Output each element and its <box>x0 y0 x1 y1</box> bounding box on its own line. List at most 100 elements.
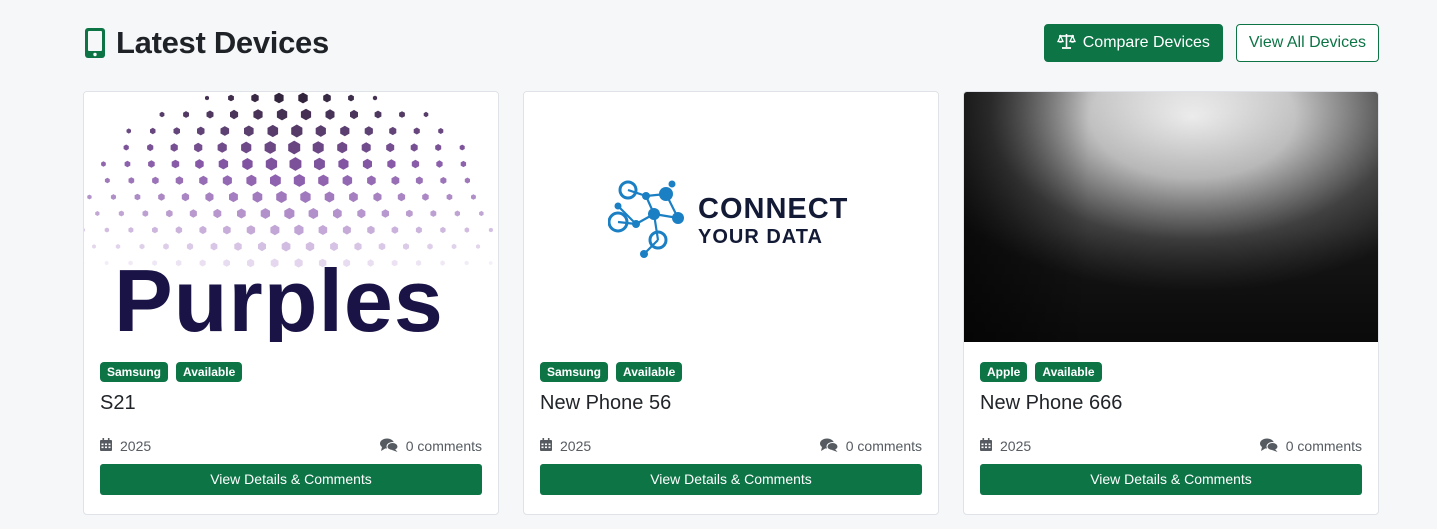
hexagon-dot <box>350 109 358 120</box>
hexagon-dot <box>181 192 190 202</box>
hexagon-dot <box>354 242 362 251</box>
calendar-icon <box>540 438 552 454</box>
mobile-phone-icon <box>84 27 106 59</box>
hexagon-dot <box>166 209 173 218</box>
hexagon-dot <box>228 94 234 102</box>
hexagon-dot <box>349 191 358 203</box>
hexagon-dot <box>206 110 214 119</box>
calendar-icon <box>980 438 992 454</box>
hexagon-dot <box>229 191 238 203</box>
hexagon-dot <box>220 126 230 136</box>
hexagon-dot <box>342 225 351 235</box>
page-title: Latest Devices <box>116 25 329 60</box>
hexagon-dot <box>244 125 254 137</box>
hexagon-dot <box>410 143 418 152</box>
hexagon-dot <box>115 244 121 249</box>
hexagon-dot <box>318 225 328 235</box>
device-image[interactable]: Purples <box>84 92 498 342</box>
logo-text-line2: YOUR DATA <box>698 225 823 248</box>
device-image[interactable] <box>964 92 1378 342</box>
hexagon-dot <box>152 176 159 185</box>
hexagon-dot <box>440 226 446 234</box>
view-all-devices-button[interactable]: View All Devices <box>1235 24 1379 62</box>
hexagon-dot <box>298 92 308 104</box>
brand-badge: Samsung <box>540 362 609 382</box>
hexagon-dot <box>389 126 397 136</box>
hexagon-dot <box>314 157 325 171</box>
hexagon-dot <box>246 174 257 187</box>
hexagon-dot <box>175 176 184 185</box>
hexagon-dot <box>104 260 109 266</box>
hexagon-dot <box>276 191 287 203</box>
hexagon-dot <box>284 207 295 220</box>
compare-devices-label: Compare Devices <box>1082 34 1210 51</box>
hexagon-dot <box>362 158 372 170</box>
year-info: 2025 <box>980 438 1031 454</box>
badges: Samsung Available <box>100 362 482 382</box>
hexagon-dot <box>460 160 467 168</box>
hexagon-dot <box>194 142 203 153</box>
comments-info: 0 comments <box>1259 438 1362 455</box>
hexagon-dot <box>300 108 312 121</box>
network-nodes-icon <box>607 176 688 265</box>
device-meta: 2025 0 comments <box>980 436 1362 456</box>
hexagon-dot <box>488 227 493 233</box>
hexagon-dot <box>367 225 375 235</box>
hexagon-dot <box>84 228 85 232</box>
comments-icon <box>819 438 839 455</box>
hexagon-dot <box>199 225 207 235</box>
hexagon-dot <box>403 243 409 250</box>
hexagon-dot <box>348 94 354 102</box>
view-details-button[interactable]: View Details & Comments <box>100 464 482 495</box>
hexagon-dot <box>258 241 266 252</box>
hexagon-dot <box>323 93 331 103</box>
hexagon-dot <box>230 109 239 120</box>
hexagon-dot <box>361 142 371 153</box>
view-details-button[interactable]: View Details & Comments <box>540 464 922 495</box>
status-badge: Available <box>616 362 683 382</box>
device-image[interactable]: CONNECT YOUR DATA <box>524 92 938 342</box>
logo-text-line1: CONNECT <box>698 192 849 225</box>
hexagon-dot <box>126 128 131 134</box>
hexagon-dot <box>440 177 447 184</box>
hexagon-dot <box>253 109 263 120</box>
hexagon-dot <box>197 126 205 136</box>
hexagon-dot <box>476 244 481 249</box>
hexagon-dot <box>293 174 305 187</box>
hexagon-dot <box>170 143 178 152</box>
view-details-button[interactable]: View Details & Comments <box>980 464 1362 495</box>
hexagon-dot <box>139 243 145 250</box>
hexagon-dot <box>342 175 353 186</box>
hexagon-dot <box>411 159 420 169</box>
hexagon-dot <box>124 160 131 168</box>
comments-info: 0 comments <box>379 438 482 455</box>
hexagon-dot <box>333 208 342 219</box>
grayscale-texture-photo <box>964 92 1378 342</box>
hexagon-dot <box>357 208 366 219</box>
hexagon-dot <box>324 191 335 203</box>
hexagon-dot <box>104 227 110 233</box>
status-badge: Available <box>1035 362 1102 382</box>
compare-devices-button[interactable]: Compare Devices <box>1043 24 1223 62</box>
hexagon-dot <box>186 242 194 251</box>
hexagon-dot <box>294 224 304 236</box>
hexagon-dot <box>101 161 106 167</box>
hexagon-dot <box>397 192 406 202</box>
hexagon-dot <box>260 208 270 219</box>
hexagon-dot <box>142 210 149 217</box>
year-info: 2025 <box>100 438 151 454</box>
year-text: 2025 <box>120 438 152 454</box>
hexagon-dot <box>234 242 242 251</box>
device-card: Apple Available New Phone 666 2025 0 com… <box>963 91 1379 515</box>
hexagon-dot <box>223 225 231 235</box>
hexagon-dot <box>159 111 165 118</box>
hexagon-dot <box>364 126 373 136</box>
hexagon-dot <box>148 160 155 168</box>
hexagon-dot <box>387 159 396 169</box>
section-header: Latest Devices Compare Devices View All … <box>84 22 1379 64</box>
hexagon-dot <box>415 176 423 185</box>
hexagon-dot <box>213 208 222 219</box>
hexagon-dot <box>199 175 208 186</box>
hexagon-dot <box>422 193 429 201</box>
hexagon-dot <box>150 127 156 135</box>
